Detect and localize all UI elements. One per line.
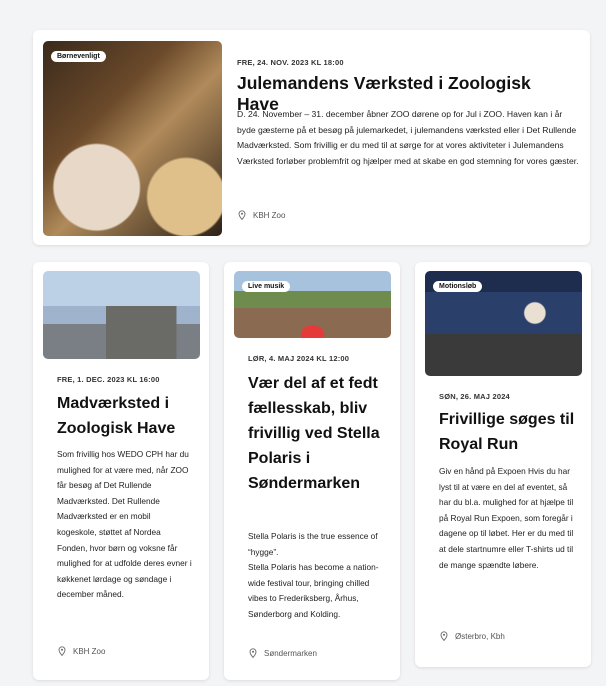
event-image: Børnevenligt — [43, 41, 222, 236]
event-date: FRE, 1. DEC. 2023 KL 16:00 — [57, 375, 160, 384]
event-title[interactable]: Vær del af et fedt fællesskab, bliv friv… — [248, 371, 393, 496]
event-date: FRE, 24. NOV. 2023 KL 18:00 — [237, 58, 344, 67]
event-card-madvaerksted[interactable]: FRE, 1. DEC. 2023 KL 16:00 Madværksted i… — [33, 262, 209, 680]
event-description: Giv en hånd på Expoen Hvis du har lyst t… — [439, 466, 574, 570]
event-description: Stella Polaris is the true essence of “h… — [248, 529, 388, 623]
event-image: Motionsløb — [425, 271, 582, 376]
event-image — [43, 271, 200, 359]
event-card-royal-run[interactable]: Motionsløb SØN, 26. MAJ 2024 Frivillige … — [415, 262, 591, 667]
event-card-julemandens-vaerksted[interactable]: Børnevenligt FRE, 24. NOV. 2023 KL 18:00… — [33, 30, 590, 245]
category-badge: Live musik — [242, 281, 291, 292]
category-badge: Motionsløb — [433, 281, 483, 292]
description-line: Stella Polaris is the true essence of “h… — [248, 531, 378, 557]
event-image: Live musik — [234, 271, 391, 338]
event-card-stella-polaris[interactable]: Live musik LØR, 4. MAJ 2024 KL 12:00 Vær… — [224, 262, 400, 680]
event-location: KBH Zoo — [237, 210, 285, 220]
event-location: Østerbro, Kbh — [439, 631, 505, 641]
event-description: D. 24. November – 31. december åbner ZOO… — [237, 109, 579, 166]
event-date: SØN, 26. MAJ 2024 — [439, 392, 510, 401]
map-pin-icon — [249, 648, 257, 658]
event-location: Søndermarken — [248, 648, 317, 658]
category-badge: Børnevenligt — [51, 51, 106, 62]
map-pin-icon — [58, 646, 66, 656]
event-title[interactable]: Frivillige søges til Royal Run — [439, 407, 579, 457]
map-pin-icon — [440, 631, 448, 641]
event-date: LØR, 4. MAJ 2024 KL 12:00 — [248, 354, 350, 363]
location-label: KBH Zoo — [73, 646, 106, 656]
location-label: Østerbro, Kbh — [455, 631, 505, 641]
event-description: Som frivillig hos WEDO CPH har du muligh… — [57, 449, 192, 600]
event-title[interactable]: Madværksted i Zoologisk Have — [57, 391, 197, 441]
event-location: KBH Zoo — [57, 646, 105, 656]
description-line: Stella Polaris has become a nation-wide … — [248, 562, 379, 619]
location-label: Søndermarken — [264, 648, 317, 658]
map-pin-icon — [238, 210, 246, 220]
location-label: KBH Zoo — [253, 210, 286, 220]
